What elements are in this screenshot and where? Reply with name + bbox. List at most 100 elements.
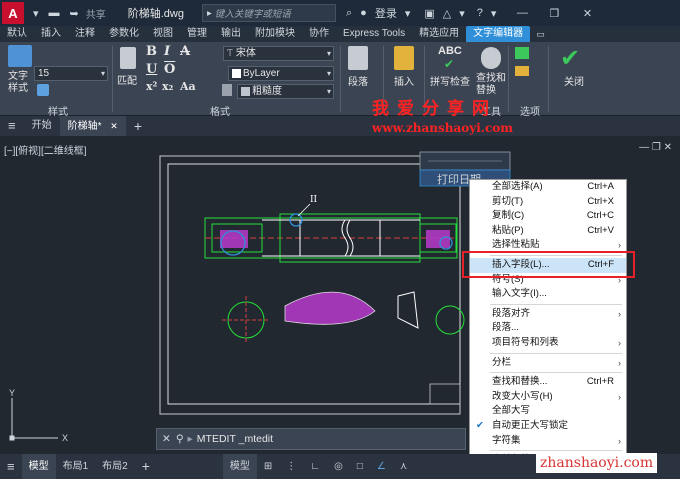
file-tab-start[interactable]: 开始 (24, 116, 60, 136)
model-space-button[interactable]: 模型 (222, 454, 257, 479)
autodesk-icon[interactable]: △ (443, 7, 451, 20)
account-dropdown-icon[interactable]: ▾ (459, 7, 465, 20)
match-format-icon[interactable] (120, 47, 136, 69)
share-icon[interactable]: ➥ (70, 7, 79, 20)
login-dropdown-icon[interactable]: ▾ (405, 7, 411, 20)
tab-addins[interactable]: 附加模块 (248, 26, 302, 42)
command-close-icon[interactable]: ✕ (162, 433, 171, 445)
quick-access-dropdown-icon[interactable]: ▾ (33, 7, 39, 20)
overline-button[interactable]: O (164, 62, 175, 77)
ortho-icon[interactable]: ∟ (303, 454, 327, 479)
search-input[interactable]: ▸ 键入关键字或短语 (202, 4, 336, 22)
help-icon[interactable]: ? (477, 7, 483, 19)
italic-button[interactable]: I (164, 44, 170, 59)
text-style-icon[interactable] (8, 45, 32, 67)
font-combo[interactable]: Ƭ 宋体 ▾ (223, 46, 334, 61)
snap-icon[interactable]: ⋮ (279, 454, 303, 479)
insert-button[interactable]: 插入 (394, 73, 414, 88)
ribbon-minimize-icon[interactable]: ▭ (536, 29, 545, 40)
grid-icon[interactable]: ⊞ (257, 454, 279, 479)
file-tab-close-icon[interactable]: ✕ (110, 121, 118, 131)
menu-item[interactable]: 改变大小写(H) › (470, 390, 626, 405)
menu-item[interactable]: 复制(C) Ctrl+C (470, 209, 626, 224)
case-button[interactable]: Aa (180, 80, 196, 93)
find-replace-icon[interactable] (481, 47, 501, 69)
status-menu-icon[interactable]: ≡ (0, 454, 22, 479)
file-tab-drawing[interactable]: 阶梯轴* ✕ (59, 115, 126, 137)
polar-icon[interactable]: ◎ (327, 454, 350, 479)
maximize-icon[interactable]: ❐ (542, 7, 566, 20)
background-combo[interactable]: 粗糙度 ▾ (237, 84, 334, 99)
close-editor-button[interactable]: 关闭 (564, 73, 584, 88)
tab-manage[interactable]: 管理 (180, 26, 214, 42)
close-icon[interactable]: ✕ (574, 7, 600, 20)
color-combo[interactable]: ByLayer ▾ (228, 66, 334, 81)
folder-icon[interactable]: ▬ (49, 7, 60, 19)
underline-button[interactable]: U (146, 62, 157, 77)
strikethrough-button[interactable]: A (180, 44, 190, 59)
font-dropdown-icon[interactable]: ▾ (327, 47, 331, 60)
menu-item[interactable]: 分栏 › (470, 356, 626, 371)
menu-item[interactable]: 字符集 › (470, 434, 626, 449)
tab-annotate[interactable]: 注释 (68, 26, 102, 42)
menu-hamburger-icon[interactable]: ≡ (0, 116, 24, 136)
tab-collaborate[interactable]: 协作 (302, 26, 336, 42)
stack-button[interactable]: x² (146, 80, 157, 93)
tab-default[interactable]: 默认 (0, 26, 34, 42)
text-height-dropdown-icon[interactable]: ▾ (101, 67, 105, 80)
menu-item[interactable]: 段落... (470, 321, 626, 336)
command-wrench-icon[interactable]: ⚲ (176, 433, 184, 445)
new-tab-plus-icon[interactable]: + (126, 116, 150, 136)
minimize-icon[interactable]: — (510, 7, 534, 19)
tab-express-tools[interactable]: Express Tools (336, 26, 412, 42)
annotation-icon[interactable]: ⋏ (393, 454, 414, 479)
search-icon[interactable]: ⌕ (346, 7, 352, 20)
app-logo-icon[interactable]: A (2, 2, 24, 24)
otrack-icon[interactable]: ∠ (370, 454, 393, 479)
osnap-icon[interactable]: □ (350, 454, 370, 479)
text-style-button[interactable]: 文字 样式 (8, 71, 34, 95)
help-dropdown-icon[interactable]: ▾ (491, 7, 497, 20)
paragraph-button[interactable]: 段落 (348, 73, 368, 88)
menu-item[interactable]: 查找和替换... Ctrl+R (470, 375, 626, 390)
command-text[interactable]: MTEDIT _mtedit (197, 433, 273, 445)
user-icon[interactable]: ● (360, 7, 367, 19)
share-label[interactable]: 共享 (86, 6, 106, 21)
command-line[interactable]: ✕ ⚲ ▸ MTEDIT _mtedit (156, 428, 466, 450)
menu-item[interactable]: 段落对齐 › (470, 307, 626, 322)
menu-item[interactable]: ✔ 自动更正大写锁定 (470, 419, 626, 434)
annotative-icon[interactable] (37, 84, 49, 96)
spellcheck-abc-icon[interactable]: ABC (438, 45, 462, 57)
match-format-button[interactable]: 匹配 (117, 72, 137, 87)
menu-item[interactable]: 粘贴(P) Ctrl+V (470, 224, 626, 239)
menu-item[interactable]: 剪切(T) Ctrl+X (470, 195, 626, 210)
menu-item[interactable]: 项目符号和列表 › (470, 336, 626, 351)
close-editor-check-icon[interactable]: ✔ (560, 44, 580, 73)
tab-output[interactable]: 输出 (214, 26, 248, 42)
insert-icon[interactable] (394, 46, 414, 70)
menu-item[interactable]: 全部大写 (470, 404, 626, 419)
tab-layout1[interactable]: 布局1 (56, 454, 96, 479)
add-layout-icon[interactable]: + (135, 454, 157, 479)
tab-insert[interactable]: 插入 (34, 26, 68, 42)
tab-text-editor[interactable]: 文字编辑器 (466, 26, 531, 42)
bold-button[interactable]: B (146, 44, 157, 59)
login-button[interactable]: 登录 (375, 5, 397, 21)
tab-view[interactable]: 视图 (146, 26, 180, 42)
menu-item[interactable]: 输入文字(I)... (470, 287, 626, 302)
tab-featured-apps[interactable]: 精选应用 (412, 26, 466, 42)
layers-icon[interactable] (222, 84, 232, 96)
background-dropdown-icon[interactable]: ▾ (327, 85, 331, 98)
tab-model[interactable]: 模型 (21, 454, 56, 479)
options-check-icon[interactable] (515, 47, 529, 59)
menu-item[interactable]: 全部选择(A) Ctrl+A (470, 180, 626, 195)
tab-parametric[interactable]: 参数化 (102, 26, 146, 42)
tab-layout2[interactable]: 布局2 (95, 454, 135, 479)
color-dropdown-icon[interactable]: ▾ (327, 67, 331, 80)
cart-icon[interactable]: ▣ (424, 7, 434, 20)
text-height-combo[interactable]: 15 ▾ (34, 66, 108, 81)
spellcheck-button[interactable]: 拼写检查 (430, 73, 470, 88)
paragraph-icon[interactable] (348, 46, 368, 70)
options-ruler-icon[interactable] (515, 66, 529, 76)
subscript-button[interactable]: x₂ (162, 80, 173, 93)
